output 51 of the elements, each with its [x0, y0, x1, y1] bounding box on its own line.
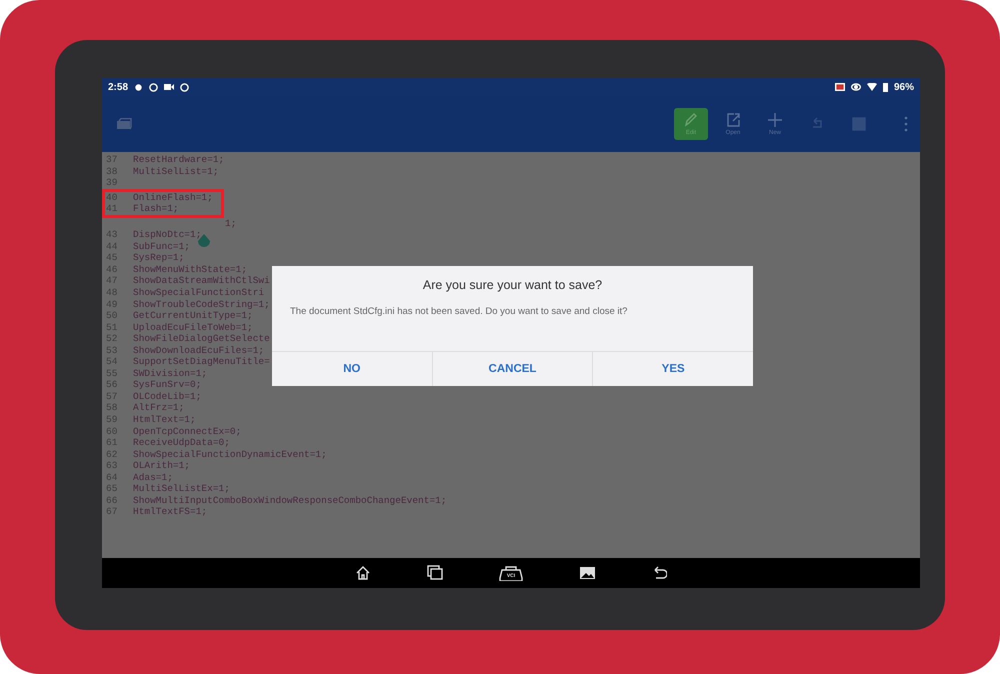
code-line: SubFunc=1;	[133, 240, 190, 252]
dialog-message: The document StdCfg.ini has not been saved. Do you want to save and close it?	[289, 305, 628, 319]
cast-icon	[834, 83, 845, 91]
save-icon	[851, 116, 867, 132]
battery-icon	[882, 82, 888, 92]
code-line: OLCodeLib=1;	[133, 390, 202, 402]
dialog-button[interactable]: YES	[592, 352, 754, 386]
pencil-icon	[683, 112, 699, 128]
code-line: ShowFileDialogGetSelecte	[133, 333, 270, 345]
code-line: MultiSelList=1;	[133, 166, 219, 178]
picture-button[interactable]	[579, 565, 595, 581]
code-line: SysRep=1;	[133, 252, 184, 264]
code-line: HtmlText=1;	[133, 414, 196, 426]
code-line: DispNoDtc=1;	[133, 229, 202, 241]
code-line: OpenTcpConnectEx=0;	[133, 426, 242, 438]
clock: 2:58	[108, 82, 128, 92]
code-line: ShowSpecialFunctionDynamicEvent=1;	[133, 448, 327, 460]
home-button[interactable]	[355, 565, 371, 581]
dialog-button[interactable]: NO	[272, 352, 432, 386]
camera-icon	[164, 83, 174, 91]
more-icon[interactable]	[904, 116, 908, 132]
code-line: ShowMultiInputComboBoxWindowResponseComboChangeEvent=1;	[133, 494, 447, 506]
code-line: HtmlTextFS=1;	[133, 506, 208, 518]
code-line: OLArith=1;	[133, 460, 190, 472]
eye-icon	[850, 83, 861, 91]
code-line: Adas=1;	[133, 472, 173, 484]
code-line: ResetHardware=1;	[133, 154, 224, 166]
dialog-button[interactable]: CANCEL	[432, 352, 592, 386]
code-line: UploadEcuFileToWeb=1;	[133, 322, 253, 334]
code-line: ShowDownloadEcuFiles=1;	[133, 344, 264, 356]
code-line: SysFunSrv=0;	[133, 379, 202, 391]
code-line: OnlineFlash=1;	[133, 192, 213, 204]
code-line: ShowSpecialFunctionStri	[133, 287, 264, 299]
code-line: ShowMenuWithState=1;	[133, 264, 248, 276]
code-line: ShowTroubleCodeString=1;	[133, 298, 270, 310]
code-line: ShowDataStreamWithCtlSwi	[133, 275, 270, 288]
plus-icon	[767, 112, 783, 128]
code-line: 1;	[224, 218, 236, 230]
code-line: ReceiveUdpData=0;	[133, 437, 230, 449]
battery-percent: 96%	[894, 82, 914, 92]
wifi-icon	[866, 83, 877, 91]
code-line: Flash=1;	[133, 203, 179, 215]
code-line: SWDivision=1;	[133, 368, 208, 380]
code-line: SupportSetDiagMenuTitle=	[133, 356, 270, 368]
dialog-title: Are you sure your want to save?	[422, 277, 604, 294]
code-line: MultiSelListEx=1;	[133, 483, 230, 495]
open-icon	[725, 112, 741, 128]
code-line: AltFrz=1;	[133, 402, 184, 414]
code-line: GetCurrentUnitType=1;	[133, 310, 253, 322]
recents-button[interactable]	[427, 565, 443, 581]
folder-icon	[116, 118, 132, 130]
